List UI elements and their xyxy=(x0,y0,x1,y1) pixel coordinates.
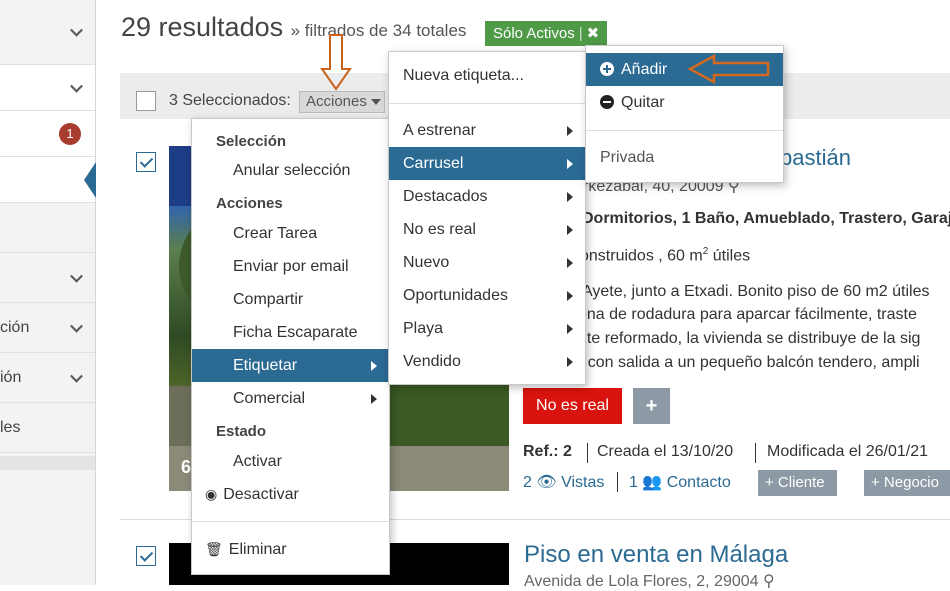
chevron-down-icon xyxy=(70,79,83,93)
actions-dropdown-button[interactable]: Acciones xyxy=(299,91,385,113)
caret-right-icon xyxy=(567,159,573,169)
menu-divider xyxy=(192,521,389,522)
caret-right-icon xyxy=(567,357,573,367)
chevron-down-icon xyxy=(70,23,83,37)
tag-item[interactable]: Oportunidades xyxy=(389,279,585,312)
menu-section-header: Acciones xyxy=(216,195,283,212)
chevron-down-icon xyxy=(70,369,83,383)
sidebar-item[interactable] xyxy=(0,253,95,303)
chevron-down-icon xyxy=(70,269,83,283)
listing-title[interactable]: bastián xyxy=(780,145,851,171)
tag-item[interactable]: Playa xyxy=(389,312,585,345)
menu-section-header: Estado xyxy=(216,423,267,440)
sidebar-item[interactable]: 1 xyxy=(0,111,95,157)
listing-description-line: ona de rodadura para aparcar fácilmente,… xyxy=(578,306,917,323)
menu-item-window-sheet[interactable]: Ficha Escaparate xyxy=(192,316,389,349)
menu-divider xyxy=(389,103,585,104)
tag-item[interactable]: Destacados xyxy=(389,180,585,213)
tag-item[interactable]: Carrusel xyxy=(389,147,585,180)
tag-item[interactable]: No es real xyxy=(389,213,585,246)
actions-menu: Selección Anular selección Acciones Crea… xyxy=(191,118,390,575)
contacts-link[interactable]: 1 👥 Contacto xyxy=(629,472,731,492)
tag-item[interactable]: A estrenar xyxy=(389,114,585,147)
results-subtitle: » filtrados de 34 totales xyxy=(290,21,467,40)
sidebar-item[interactable]: ción xyxy=(0,303,95,353)
map-marker-icon: ⚲ xyxy=(763,573,775,590)
chevron-down-icon xyxy=(70,319,83,333)
sidebar-item[interactable]: ión xyxy=(0,353,95,403)
listing-checkbox[interactable] xyxy=(136,152,156,172)
close-icon[interactable]: ✖ xyxy=(587,25,600,42)
sidebar: 1 ción ión les xyxy=(0,0,96,585)
notification-badge: 1 xyxy=(59,122,81,145)
caret-right-icon xyxy=(567,225,573,235)
divider xyxy=(617,472,618,492)
menu-item-deactivate[interactable]: ◉ Desactivar xyxy=(192,478,389,511)
caret-right-icon xyxy=(371,361,377,371)
listing-created: Creada el 13/10/20 xyxy=(597,443,734,460)
caret-down-icon xyxy=(370,99,381,106)
minus-circle-icon xyxy=(600,95,614,109)
add-client-button[interactable]: + Cliente xyxy=(758,470,837,496)
caret-right-icon xyxy=(567,291,573,301)
listing-description-line: Ayete, junto a Etxadi. Bonito piso de 60… xyxy=(582,283,930,300)
caret-right-icon xyxy=(567,192,573,202)
menu-item-new-tag[interactable]: Nueva etiqueta... xyxy=(389,59,585,92)
caret-right-icon xyxy=(567,126,573,136)
menu-item-private[interactable]: Privada xyxy=(586,141,783,174)
select-all-checkbox[interactable] xyxy=(136,91,156,111)
listing-area: onstruidos , 60 m2 útiles xyxy=(580,246,751,265)
menu-item-create-task[interactable]: Crear Tarea xyxy=(192,217,389,250)
menu-item-commercial[interactable]: Comercial xyxy=(192,382,389,415)
photo-count: 6 xyxy=(181,457,192,477)
tag-item[interactable]: Nuevo xyxy=(389,246,585,279)
sidebar-scroll-area xyxy=(0,456,95,470)
active-indicator xyxy=(84,161,96,198)
menu-item-share[interactable]: Compartir xyxy=(192,283,389,316)
divider xyxy=(755,443,756,463)
menu-item-tag[interactable]: Etiquetar xyxy=(192,349,389,382)
listing-modified: Modificada el 26/01/21 xyxy=(767,443,928,460)
active-filter-badge[interactable]: Sólo Activos | ✖ xyxy=(485,21,608,46)
sidebar-item[interactable] xyxy=(0,203,95,253)
tag-no-es-real[interactable]: No es real xyxy=(523,388,622,424)
listing-checkbox[interactable] xyxy=(136,546,156,566)
menu-item-activate[interactable]: Activar xyxy=(192,445,389,478)
listing-description-line: r con salida a un pequeño balcón tendero… xyxy=(578,354,920,371)
tag-item[interactable]: Vendido xyxy=(389,345,585,378)
eye-slash-icon: ◉ xyxy=(205,486,218,502)
add-tag-button[interactable]: + xyxy=(633,388,670,424)
sidebar-item[interactable]: les xyxy=(0,403,95,453)
caret-right-icon xyxy=(567,324,573,334)
menu-item-remove-tag[interactable]: Quitar xyxy=(586,86,783,119)
trash-icon: 🗑 xyxy=(205,541,223,557)
menu-section-header: Selección xyxy=(216,133,287,150)
menu-item-delete[interactable]: 🗑 Eliminar xyxy=(192,533,389,566)
selected-count: 3 Seleccionados: xyxy=(169,92,291,109)
views-link[interactable]: 2 👁 Vistas xyxy=(523,472,604,492)
caret-right-icon xyxy=(567,258,573,268)
sidebar-item[interactable] xyxy=(0,65,95,111)
listing-description-line: nte reformado, la vivienda se distribuye… xyxy=(578,330,921,347)
menu-item-deselect[interactable]: Anular selección xyxy=(192,154,389,187)
annotation-arrow-down xyxy=(320,34,352,91)
listing-title[interactable]: Piso en venta en Málaga xyxy=(524,541,788,569)
sidebar-item[interactable] xyxy=(0,0,95,65)
plus-circle-icon xyxy=(600,62,614,76)
caret-right-icon xyxy=(371,394,377,404)
listing-features: Dormitorios, 1 Baño, Amueblado, Trastero… xyxy=(582,210,950,227)
annotation-arrow-left xyxy=(687,53,770,85)
listing-address: Avenida de Lola Flores, 2, 29004 ⚲ xyxy=(524,573,775,590)
menu-divider xyxy=(586,130,783,131)
tag-menu: Nueva etiqueta... A estrenar Carrusel De… xyxy=(388,51,586,385)
menu-item-send-email[interactable]: Enviar por email xyxy=(192,250,389,283)
listing-ref: Ref.: 2 xyxy=(523,443,572,460)
results-title: 29 resultados » filtrados de 34 totales xyxy=(121,12,467,42)
add-deal-button[interactable]: + Negocio xyxy=(864,470,950,496)
divider xyxy=(587,443,588,463)
sidebar-item-active[interactable] xyxy=(0,157,96,203)
